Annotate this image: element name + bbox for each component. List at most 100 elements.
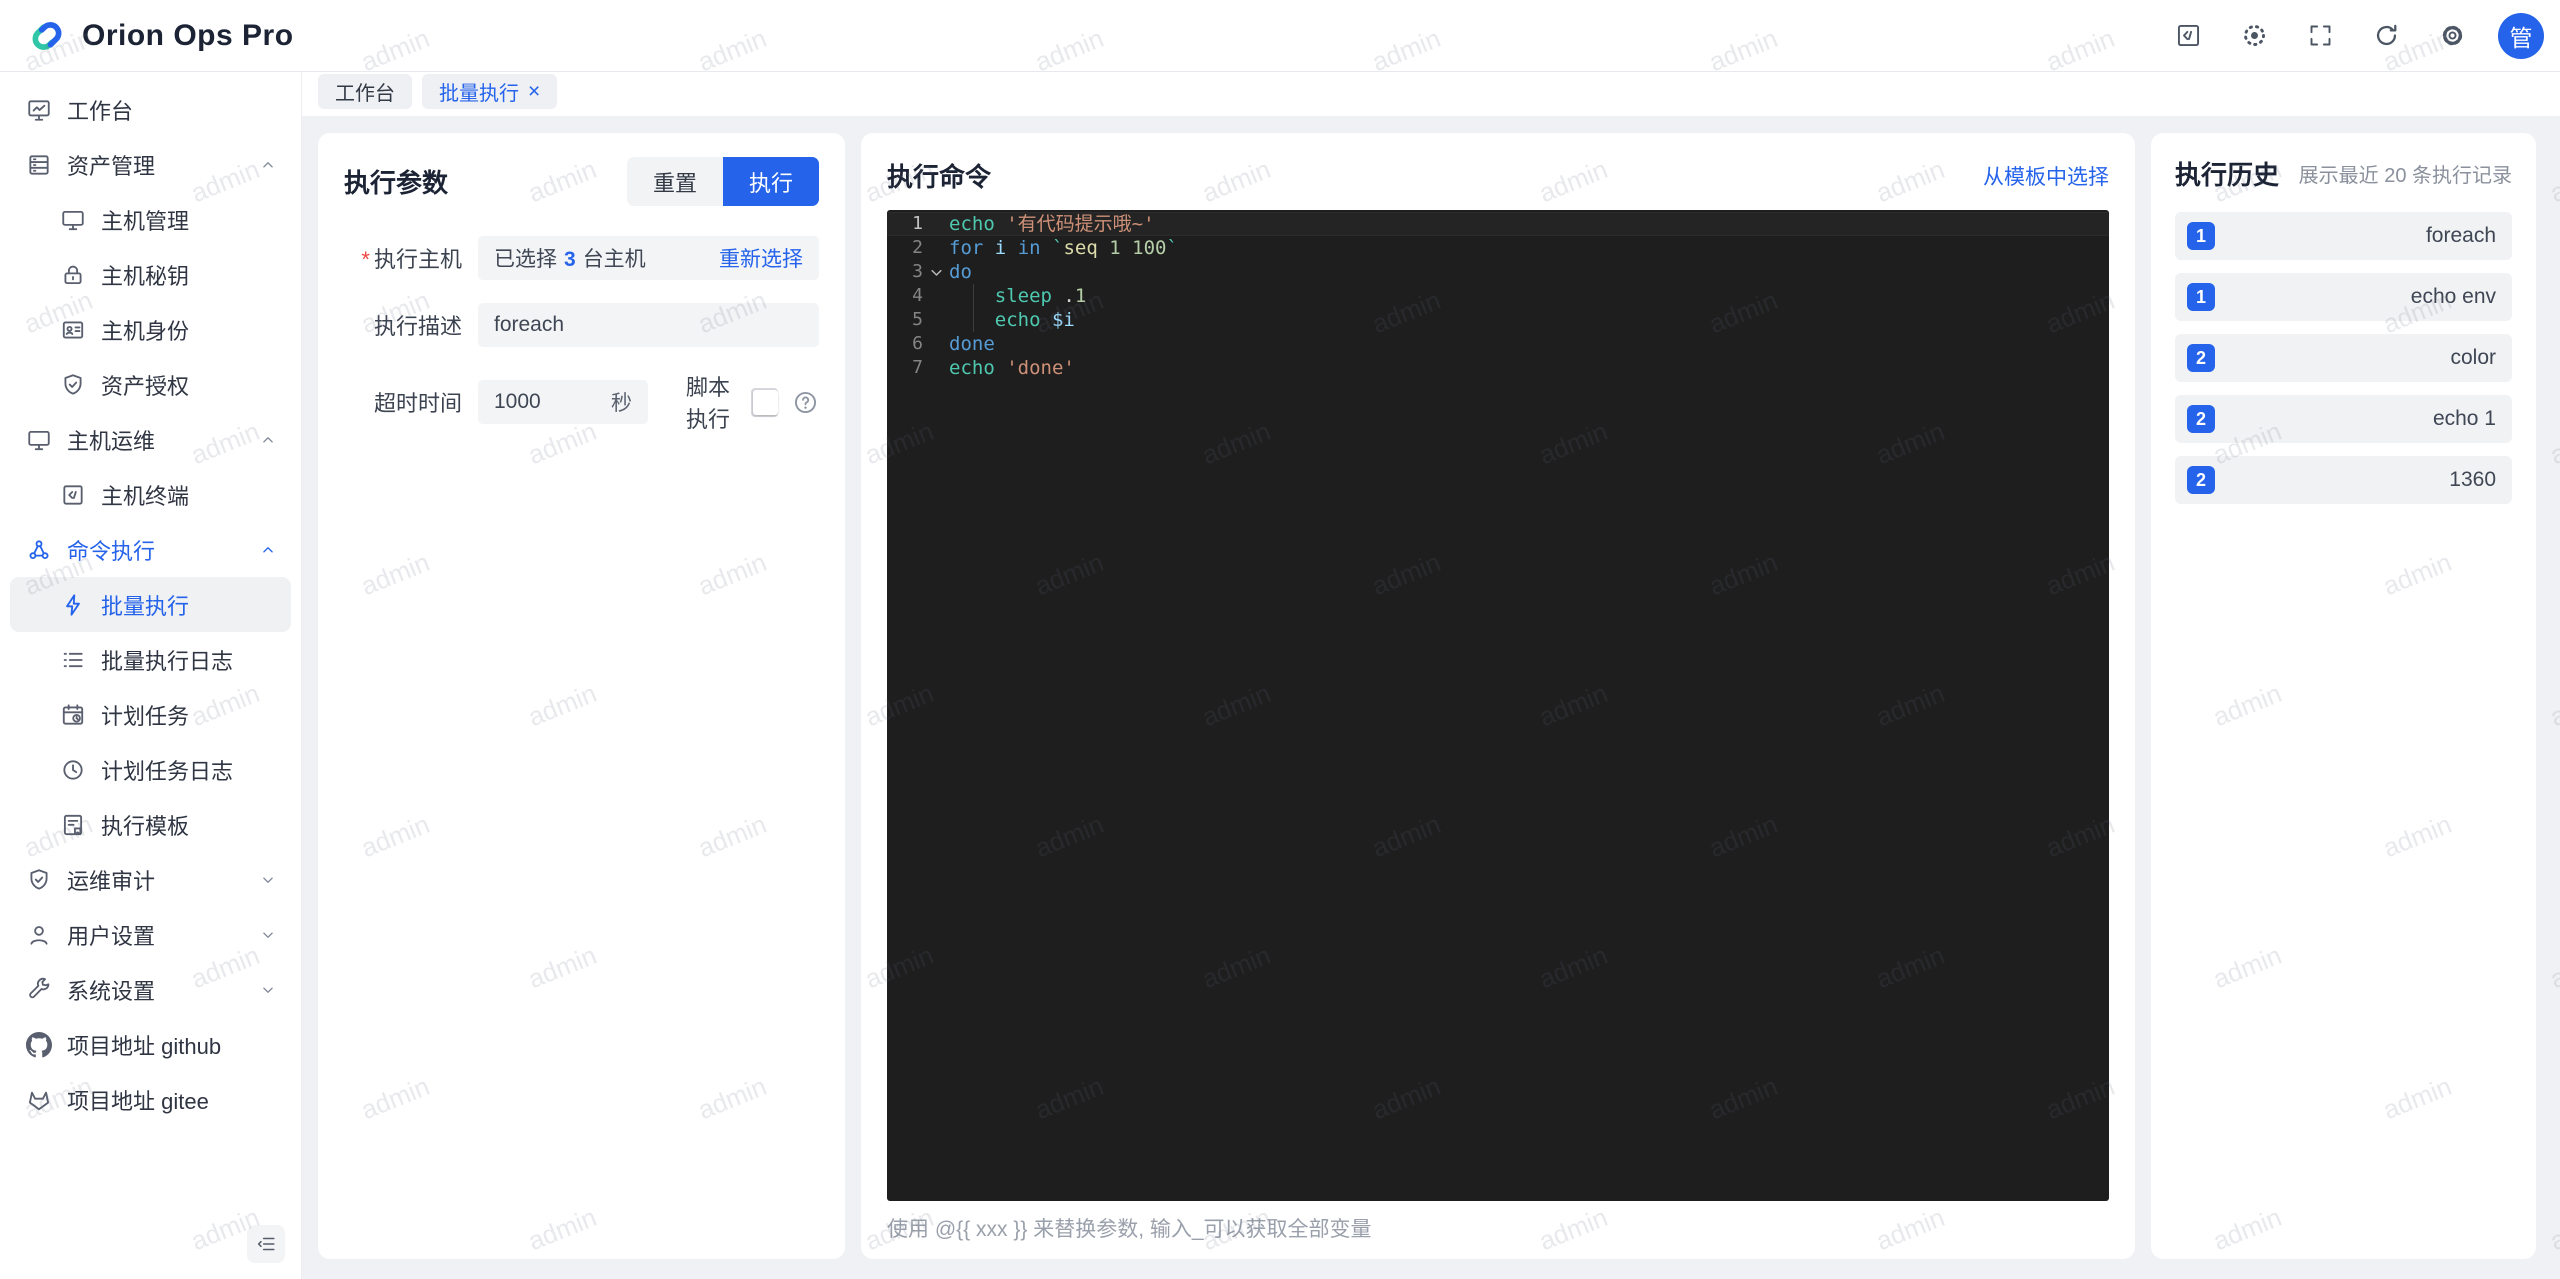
host-count-badge: 2 [2187,344,2215,372]
sidebar-item-主机身份[interactable]: 主机身份 [0,302,301,357]
code-editor[interactable]: 1 echo '有代码提示哦~' 2 for i in `seq 1 100` 3 do 4… [887,210,2109,1201]
chevron-down-icon [259,871,277,889]
run-button[interactable]: 执行 [722,157,819,206]
sidebar-item-label: 计划任务 [101,703,190,729]
calendar-clock-icon [60,702,86,728]
line-number: 1 [912,213,923,234]
history-item[interactable]: 2 color [2175,334,2512,382]
sidebar-item-主机运维[interactable]: 主机运维 [0,412,301,467]
sidebar-item-label: 系统设置 [67,978,156,1004]
timeout-input[interactable]: 1000 秒 [478,380,648,424]
fold-gutter [923,212,949,236]
editor-line-3[interactable]: 3 do [887,260,2109,284]
sidebar-item-批量执行[interactable]: 批量执行 [10,577,291,632]
line-number: 3 [912,261,923,282]
required-asterisk: * [361,247,370,272]
sidebar-item-执行模板[interactable]: 执行模板 [0,797,301,852]
reset-button[interactable]: 重置 [626,157,723,206]
sidebar-item-运维审计[interactable]: 运维审计 [0,852,301,907]
indent-guide [973,284,974,308]
line-number: 6 [912,333,923,354]
command-hint-text: 使用 @{{ xxx }} 来替换参数, 输入_可以获取全部变量 [887,1218,1372,1241]
code-text: for i in `seq 1 100` [949,237,1178,259]
sidebar-item-命令执行[interactable]: 命令执行 [0,522,301,577]
history-item-name: color [2450,346,2496,369]
sidebar-item-资产授权[interactable]: 资产授权 [0,357,301,412]
fullscreen-icon[interactable] [2300,16,2340,56]
script-exec-toggle[interactable] [750,387,778,417]
sidebar-item-label: 项目地址 github [67,1033,222,1059]
monitor-icon [26,427,52,453]
desc-input[interactable]: foreach [478,303,819,347]
history-item[interactable]: 2 echo 1 [2175,395,2512,443]
code-window-icon[interactable] [2168,16,2208,56]
sidebar-item-label: 主机秘钥 [101,263,190,289]
chevron-up-icon [259,431,277,449]
id-card-icon [60,317,86,343]
fold-chevron-icon[interactable] [923,260,949,284]
code-text: echo 'done' [949,357,1075,379]
sidebar-item-label: 主机身份 [101,318,190,344]
fold-gutter [923,356,949,380]
sidebar-item-计划任务日志[interactable]: 计划任务日志 [0,742,301,797]
sidebar-item-主机秘钥[interactable]: 主机秘钥 [0,247,301,302]
sidebar-item-工作台[interactable]: 工作台 [0,82,301,137]
sidebar-item-label: 批量执行 [101,593,190,619]
terminal-icon [60,482,86,508]
sidebar-item-计划任务[interactable]: 计划任务 [0,687,301,742]
editor-line-6[interactable]: 6 done [887,332,2109,356]
sidebar-item-资产管理[interactable]: 资产管理 [0,137,301,192]
history-item[interactable]: 1 foreach [2175,212,2512,260]
main-area: 工作台 批量执行 × 执行参数 重置 执行 * 执行主机 已选择 3 台主机 重新选择 [302,72,2560,1279]
user-avatar[interactable]: 管 [2498,12,2544,59]
history-item[interactable]: 2 1360 [2175,456,2512,504]
tab-workbench[interactable]: 工作台 [318,74,412,109]
tab-batch-exec[interactable]: 批量执行 × [422,74,558,109]
params-panel-title: 执行参数 [344,168,449,198]
refresh-icon[interactable] [2366,16,2406,56]
sidebar-item-主机管理[interactable]: 主机管理 [0,192,301,247]
code-text: sleep .1 [994,285,1087,307]
monitor-icon [60,207,86,233]
settings-gear-icon[interactable] [2432,16,2472,56]
collapse-sidebar-button[interactable] [247,1225,285,1263]
editor-line-1[interactable]: 1 echo '有代码提示哦~' [887,212,2109,236]
history-list: 1 foreach 1 echo env 2 color 2 echo 1 2 1360 [2175,212,2512,504]
app-logo[interactable]: Orion Ops Pro [0,15,294,57]
collapse-sidebar-icon [255,1233,277,1255]
sidebar-item-label: 用户设置 [67,923,156,949]
history-item[interactable]: 1 echo env [2175,273,2512,321]
sidebar-item-批量执行日志[interactable]: 批量执行日志 [0,632,301,687]
editor-line-4[interactable]: 4 sleep .1 [887,284,2109,308]
execution-history-panel: 执行历史 展示最近 20 条执行记录 1 foreach 1 echo env 2 col… [2151,133,2536,1259]
history-item-name: foreach [2425,224,2496,247]
host-count-badge: 1 [2187,283,2215,311]
sidebar-item-用户设置[interactable]: 用户设置 [0,907,301,962]
code-text: echo '有代码提示哦~' [949,213,1155,235]
sidebar-item-项目地址 github[interactable]: 项目地址 github [0,1017,301,1072]
choose-template-link[interactable]: 从模板中选择 [1983,161,2109,191]
toggle-knob [752,389,778,415]
host-select-field[interactable]: 已选择 3 台主机 重新选择 [478,236,819,280]
shield-check-icon [26,867,52,893]
host-field-label: * 执行主机 [361,247,462,272]
sidebar: 工作台 资产管理主机管理主机秘钥主机身份资产授权 主机运维 主机终端 命令执行批量执行批… [0,72,302,1279]
help-question-icon[interactable] [792,389,819,416]
sidebar-item-项目地址 gitee[interactable]: 项目地址 gitee [0,1072,301,1127]
reselect-hosts-link[interactable]: 重新选择 [719,243,803,273]
execution-params-panel: 执行参数 重置 执行 * 执行主机 已选择 3 台主机 重新选择 执行描述 forea… [318,133,845,1259]
editor-line-7[interactable]: 7 echo 'done' [887,356,2109,380]
dashboard-monitor-icon [26,97,52,123]
editor-line-2[interactable]: 2 for i in `seq 1 100` [887,236,2109,260]
sidebar-item-系统设置[interactable]: 系统设置 [0,962,301,1017]
tab-close-icon[interactable]: × [528,81,540,102]
sidebar-item-label: 主机管理 [101,208,190,234]
history-item-name: echo env [2410,285,2496,308]
theme-sun-icon[interactable] [2234,16,2274,56]
sidebar-item-主机终端[interactable]: 主机终端 [0,467,301,522]
content-area: 执行参数 重置 执行 * 执行主机 已选择 3 台主机 重新选择 执行描述 forea… [302,116,2560,1279]
clock-icon [60,757,86,783]
editor-line-5[interactable]: 5 echo $i [887,308,2109,332]
script-exec-label: 脚本执行 [686,375,731,432]
template-doc-icon [60,812,86,838]
